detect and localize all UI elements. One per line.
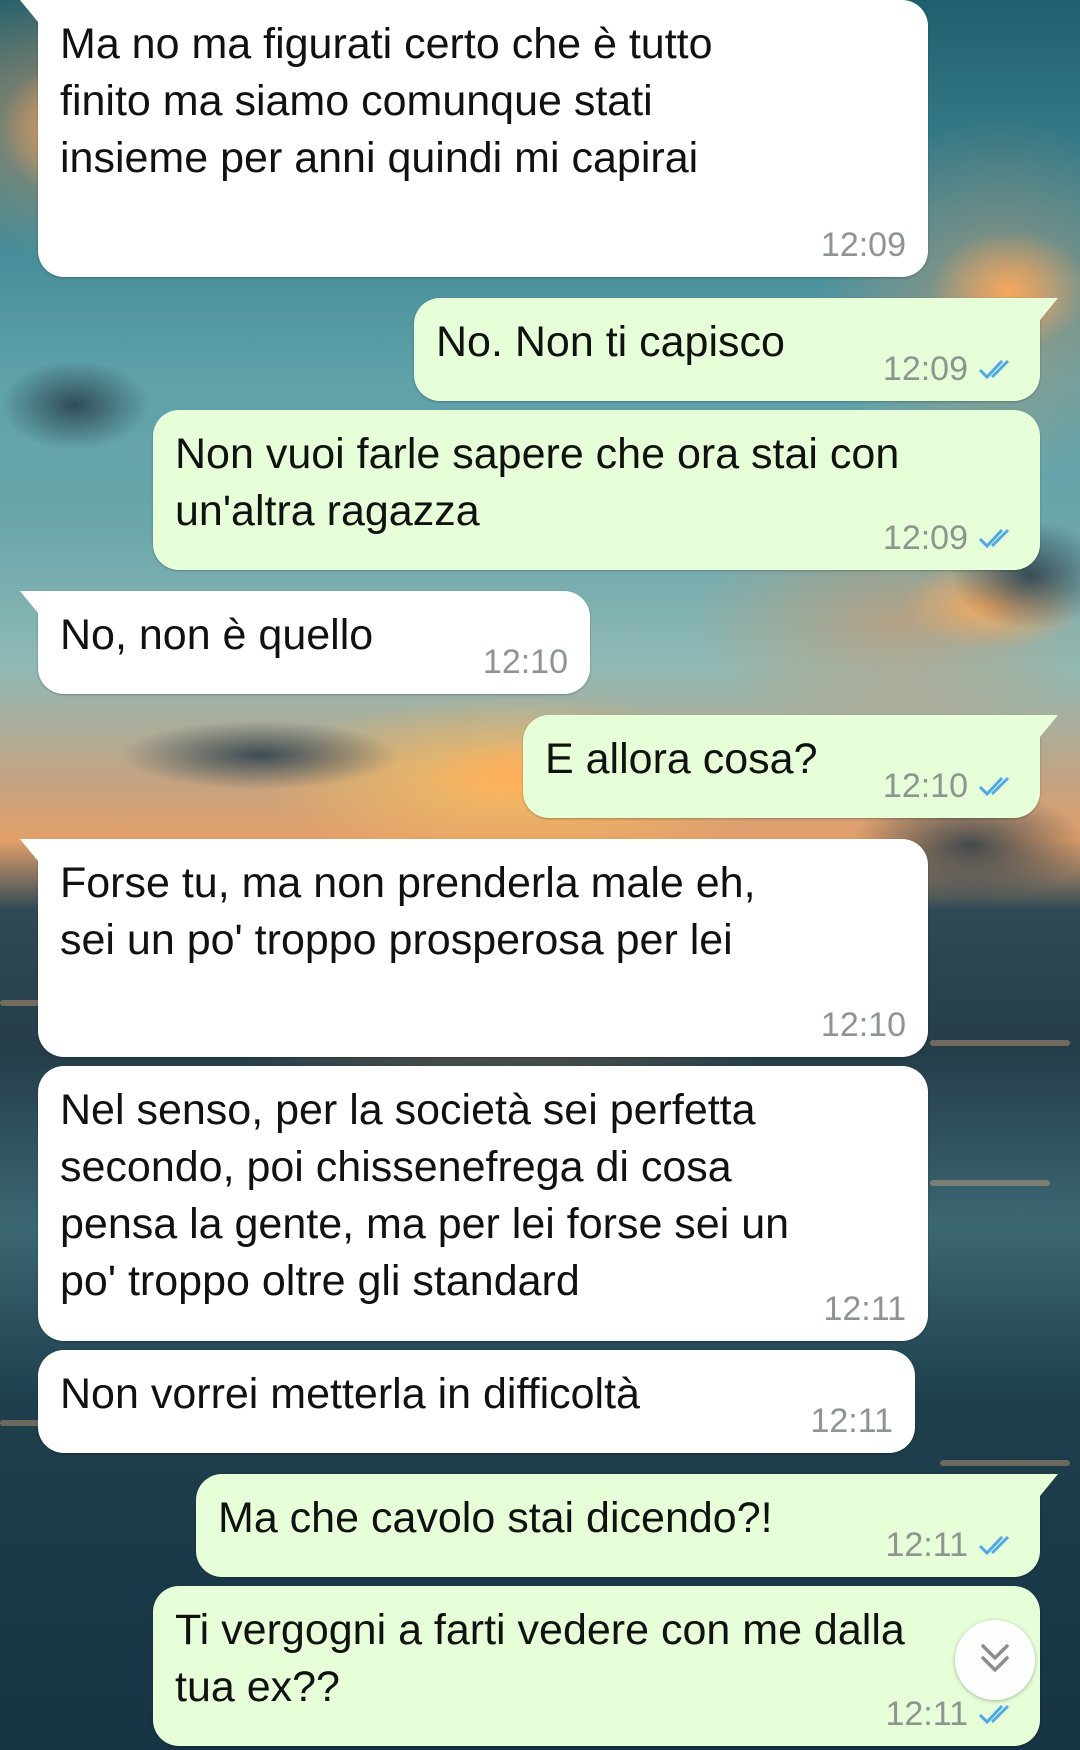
- message-bubble-incoming[interactable]: Nel senso, per la società sei perfetta s…: [38, 1066, 928, 1341]
- message-meta: 12:11: [885, 1525, 1018, 1565]
- message-time: 12:09: [882, 519, 968, 557]
- message-text: Nel senso, per la società sei perfetta s…: [60, 1086, 790, 1305]
- message-time: 12:10: [482, 643, 568, 681]
- message-bubble-incoming[interactable]: Forse tu, ma non prenderla male eh, sei …: [20, 839, 928, 1057]
- sky-glow: [900, 560, 1080, 650]
- water-reflection: [930, 1040, 1070, 1046]
- message-text: Non vorrei metterla in difficoltà: [60, 1370, 640, 1418]
- message-text: Ma no ma figurati certo che è tutto fini…: [60, 20, 713, 182]
- message-bubble-incoming[interactable]: Ma no ma figurati certo che è tutto fini…: [20, 0, 928, 277]
- message-time: 12:09: [882, 350, 968, 388]
- scroll-to-bottom-button[interactable]: [955, 1620, 1035, 1700]
- message-time: 12:10: [882, 767, 968, 805]
- cloud-shape: [0, 360, 150, 450]
- message-meta: 12:11: [823, 1289, 906, 1329]
- message-meta: 12:09: [883, 349, 1018, 389]
- message-time: 12:11: [823, 1290, 906, 1328]
- message-bubble-outgoing[interactable]: Ma che cavolo stai dicendo?! 12:11: [196, 1474, 1058, 1577]
- message-bubble-incoming[interactable]: No, non è quello 12:10: [20, 591, 590, 694]
- message-time: 12:10: [820, 1006, 906, 1044]
- double-check-icon: [978, 526, 1018, 550]
- water-reflection: [940, 1460, 1070, 1466]
- double-chevron-down-icon: [975, 1638, 1015, 1683]
- message-meta: 12:10: [883, 766, 1018, 806]
- message-meta: 12:10: [483, 642, 568, 682]
- chat-background: Ma no ma figurati certo che è tutto fini…: [0, 0, 1080, 1750]
- message-meta: 12:10: [821, 1005, 906, 1045]
- message-bubble-outgoing[interactable]: No. Non ti capisco 12:09: [414, 298, 1058, 401]
- message-bubble-incoming[interactable]: Non vorrei metterla in difficoltà 12:11: [38, 1350, 915, 1453]
- double-check-icon: [978, 774, 1018, 798]
- message-bubble-outgoing[interactable]: E allora cosa? 12:10: [523, 715, 1058, 818]
- message-time: 12:11: [810, 1402, 893, 1440]
- message-text: Forse tu, ma non prenderla male eh, sei …: [60, 859, 756, 964]
- message-bubble-outgoing[interactable]: Non vuoi farle sapere che ora stai con u…: [153, 410, 1040, 570]
- double-check-icon: [978, 1533, 1018, 1557]
- message-time: 12:11: [885, 1526, 968, 1564]
- water-reflection: [930, 1180, 1050, 1186]
- message-meta: 12:09: [821, 225, 906, 265]
- message-bubble-outgoing[interactable]: Ti vergogni a farti vedere con me dalla …: [153, 1586, 1040, 1746]
- message-meta: 12:09: [883, 518, 1018, 558]
- message-time: 12:09: [820, 226, 906, 264]
- cloud-shape: [120, 720, 400, 790]
- message-meta: 12:11: [810, 1401, 893, 1441]
- double-check-icon: [978, 357, 1018, 381]
- message-meta: 12:11: [885, 1694, 1018, 1734]
- double-check-icon: [978, 1702, 1018, 1726]
- message-time: 12:11: [885, 1695, 968, 1733]
